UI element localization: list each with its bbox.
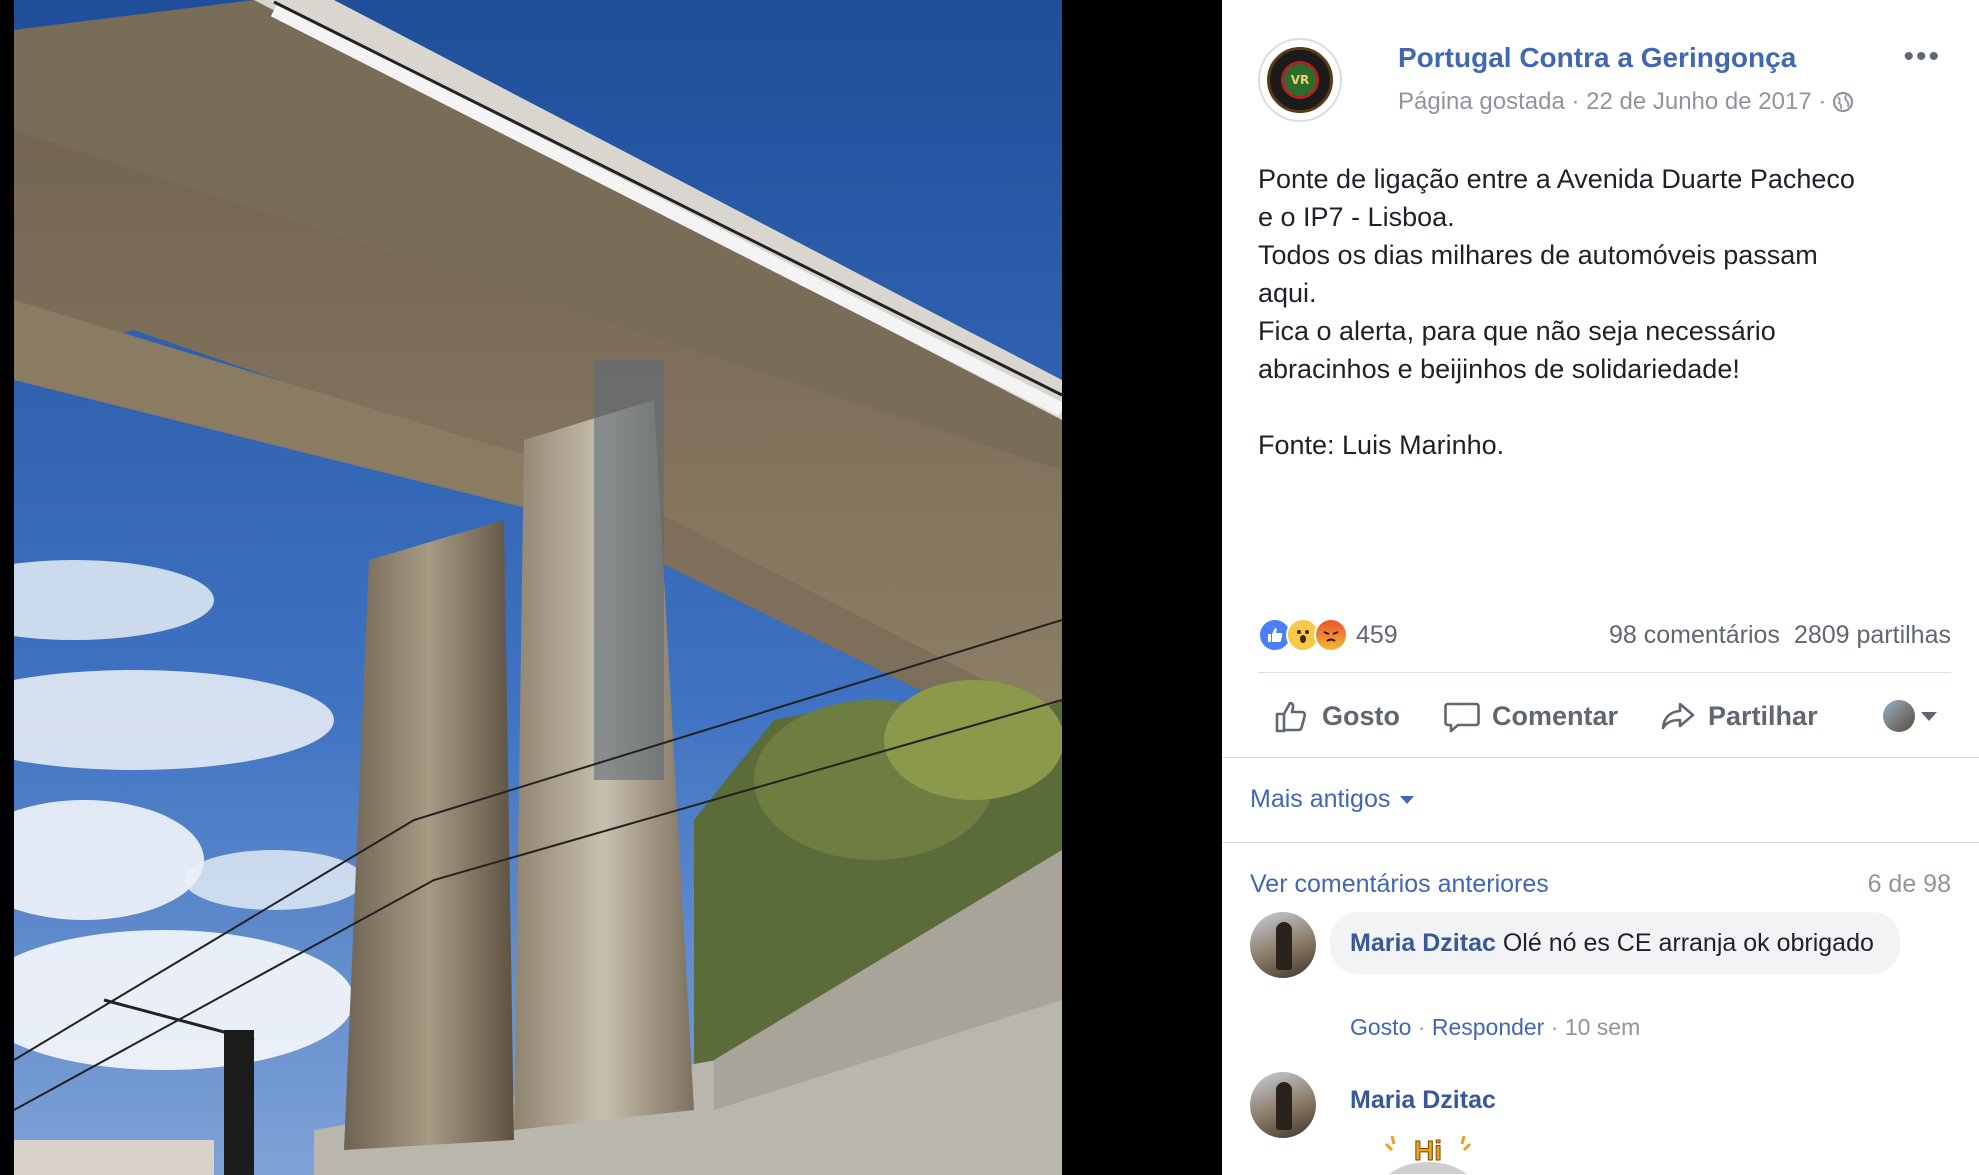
more-options-button[interactable]: ••• — [1903, 40, 1941, 74]
view-previous-comments-link[interactable]: Ver comentários anteriores — [1250, 870, 1549, 899]
post-as-selector[interactable] — [1883, 700, 1937, 732]
comment-author-link[interactable]: Maria Dzitac — [1350, 1086, 1496, 1115]
share-button[interactable]: Partilhar — [1658, 696, 1818, 736]
divider — [1222, 842, 1979, 843]
post-text-line: e o IP7 - Lisboa. — [1258, 202, 1455, 232]
separator-dot: · — [1417, 1014, 1432, 1040]
comment-author-link[interactable]: Maria Dzitac — [1350, 929, 1496, 957]
shares-count-link[interactable]: 2809 partilhas — [1794, 621, 1951, 650]
post-meta: Página gostada · 22 de Junho de 2017 · — [1398, 88, 1854, 116]
bridge-photo-image — [14, 0, 1062, 1175]
share-button-label: Partilhar — [1708, 700, 1818, 731]
comment-reply-link[interactable]: Responder — [1432, 1014, 1545, 1040]
post-photo[interactable] — [14, 0, 1062, 1175]
page-avatar-frame: VR — [1267, 47, 1333, 113]
comment-button[interactable]: Comentar — [1442, 696, 1618, 736]
engagement-counts: 98 comentários 2809 partilhas — [1609, 621, 1951, 650]
post-header: VR Portugal Contra a Geringonça Página g… — [1258, 38, 1951, 128]
comment-icon — [1444, 702, 1480, 733]
separator-dot: · — [1550, 1014, 1565, 1040]
comment-timestamp[interactable]: 10 sem — [1565, 1014, 1640, 1040]
share-arrow-icon — [1661, 702, 1695, 730]
post-message: Ponte de ligação entre a Avenida Duarte … — [1258, 160, 1958, 464]
comment-actions: Gosto · Responder · 10 sem — [1350, 1014, 1640, 1041]
avatar[interactable] — [1250, 912, 1316, 978]
divider — [1258, 672, 1951, 673]
post-text-line: Todos os dias milhares de automóveis pas… — [1258, 240, 1818, 270]
like-button-label: Gosto — [1322, 700, 1400, 731]
avatar[interactable] — [1250, 1072, 1316, 1138]
post-text-line: aqui. — [1258, 278, 1317, 308]
post-text-gap — [1258, 388, 1958, 426]
hi-sticker: Hi — [1378, 1130, 1478, 1174]
post-text-line: Fonte: Luis Marinho. — [1258, 430, 1505, 460]
reaction-count[interactable]: 459 — [1356, 621, 1398, 650]
thumbs-up-icon — [1275, 701, 1307, 733]
post-actions-bar: Gosto Comentar Partilhar — [1258, 685, 1951, 747]
comment-button-label: Comentar — [1492, 700, 1619, 731]
viewer-avatar — [1883, 700, 1915, 732]
page-avatar[interactable]: VR — [1258, 38, 1342, 122]
comment-order-label: Mais antigos — [1250, 785, 1391, 813]
comments-shown-count: 6 de 98 — [1867, 870, 1951, 898]
comment-like-link[interactable]: Gosto — [1350, 1014, 1411, 1040]
comments-count-link[interactable]: 98 comentários — [1609, 621, 1780, 650]
previous-comments-row: Ver comentários anteriores 6 de 98 — [1250, 870, 1951, 899]
hi-sticker-image: Hi — [1384, 1135, 1472, 1174]
comment-bubble: Maria Dzitac Olé nó es CE arranja ok obr… — [1330, 912, 1900, 974]
comment-text: Olé nó es CE arranja ok obrigado — [1502, 929, 1874, 957]
post-text-line: Ponte de ligação entre a Avenida Duarte … — [1258, 164, 1855, 194]
photo-viewer — [0, 0, 1222, 1175]
chevron-down-icon — [1400, 795, 1415, 804]
post-meta-text[interactable]: Página gostada · 22 de Junho de 2017 · — [1398, 88, 1826, 116]
reactions-summary[interactable]: 459 — [1258, 618, 1398, 652]
sticker-text: Hi — [1414, 1135, 1442, 1166]
chevron-down-icon — [1921, 711, 1937, 721]
comment-order-dropdown[interactable]: Mais antigos — [1250, 785, 1415, 814]
angry-icon — [1314, 618, 1348, 652]
page-name-link[interactable]: Portugal Contra a Geringonça — [1398, 42, 1796, 74]
divider — [1222, 757, 1979, 758]
page-avatar-badge: VR — [1281, 61, 1319, 99]
post-panel: VR Portugal Contra a Geringonça Página g… — [1222, 0, 1979, 1175]
post-text-line: Fica o alerta, para que não seja necessá… — [1258, 316, 1776, 346]
globe-icon[interactable] — [1832, 91, 1854, 113]
post-text-line: abracinhos e beijinhos de solidariedade! — [1258, 354, 1740, 384]
post-stats: 459 98 comentários 2809 partilhas — [1258, 610, 1951, 660]
like-button[interactable]: Gosto — [1272, 696, 1400, 736]
